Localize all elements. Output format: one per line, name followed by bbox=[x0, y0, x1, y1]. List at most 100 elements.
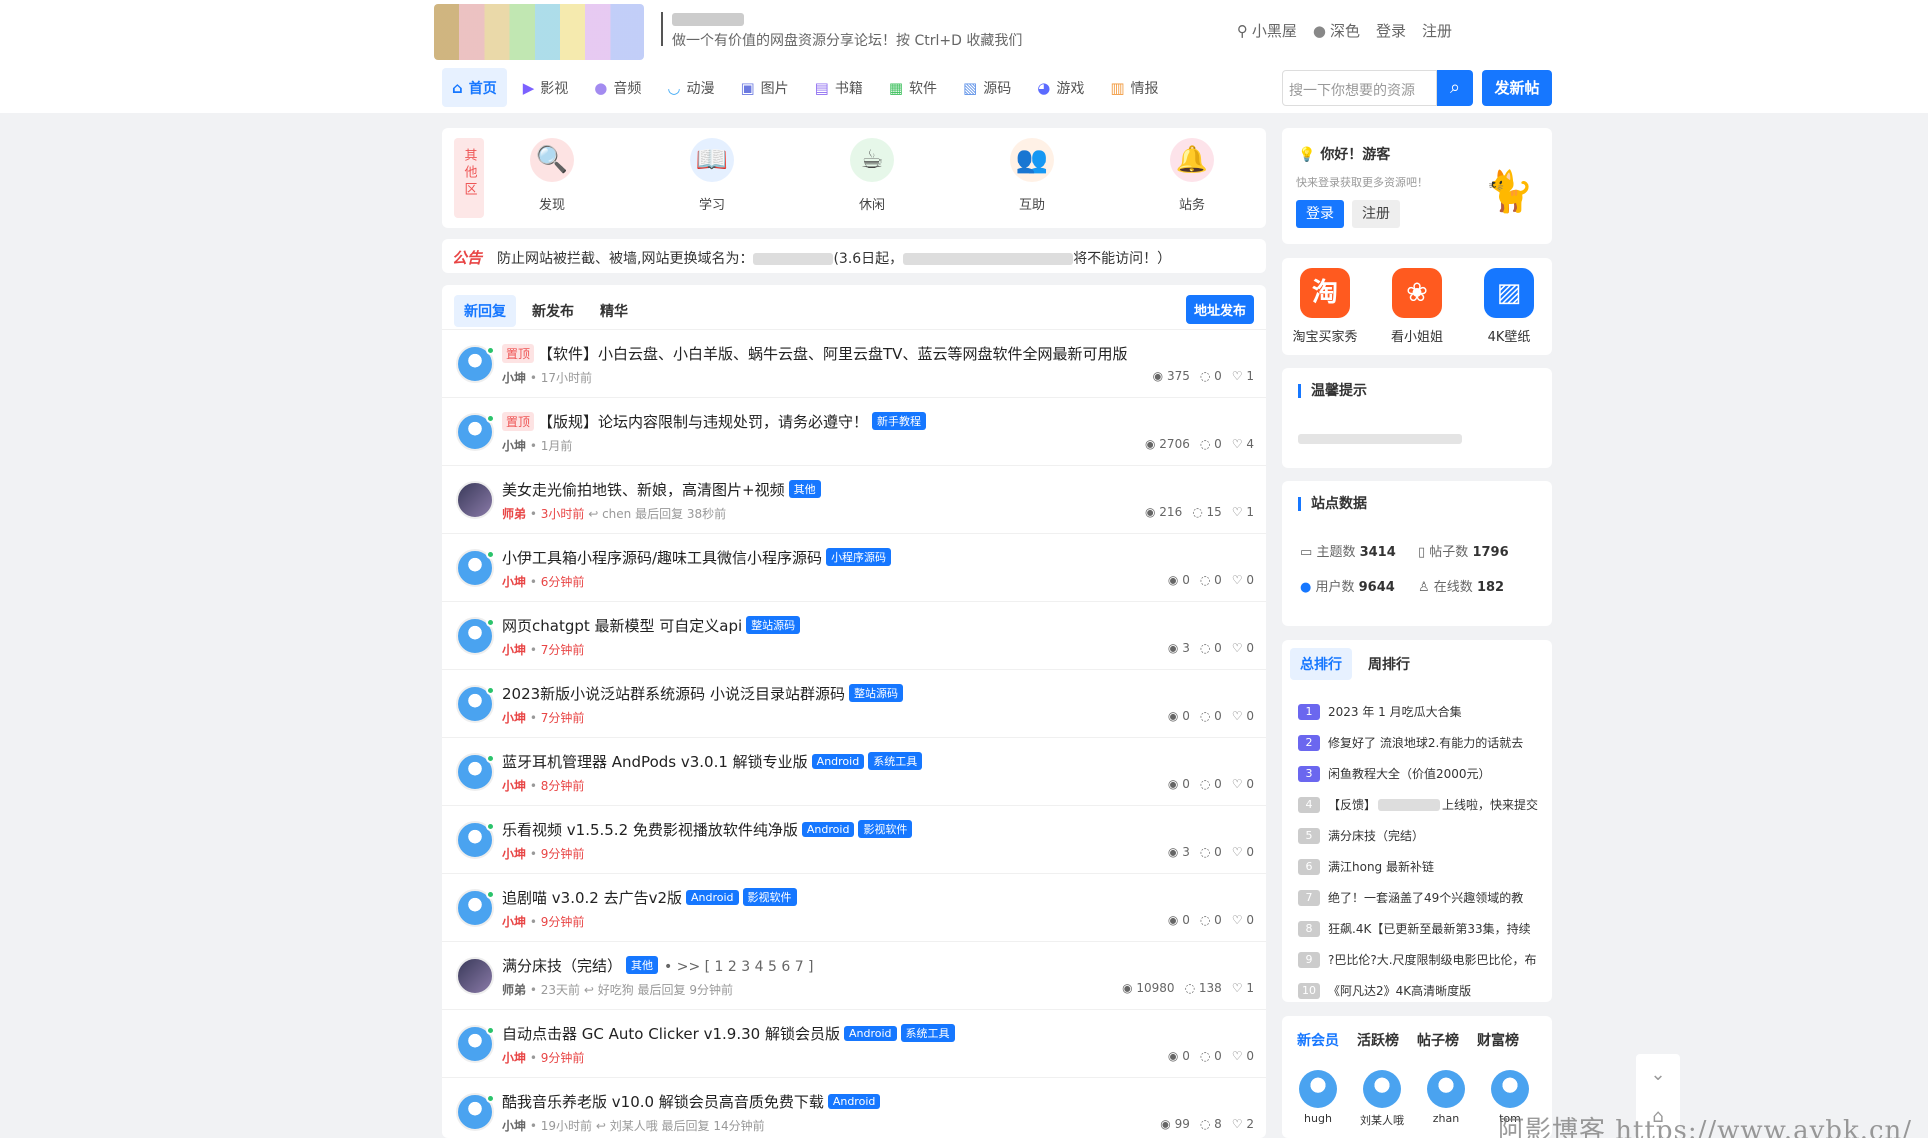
author-name[interactable]: 小坤 bbox=[502, 1051, 526, 1065]
category-tag[interactable]: 小程序源码 bbox=[826, 548, 892, 566]
nav-item-4[interactable]: ▣ 图片 bbox=[730, 68, 798, 107]
search-button[interactable]: ⌕ bbox=[1437, 70, 1473, 106]
last-reply-user[interactable]: 好吃狗 bbox=[598, 983, 634, 997]
avatar[interactable] bbox=[456, 481, 494, 519]
dark-mode-toggle[interactable]: ● 深色 bbox=[1313, 20, 1360, 41]
thread-title[interactable]: 酷我音乐养老版 v10.0 解锁会员高音质免费下载 Android bbox=[502, 1091, 881, 1112]
rank-item[interactable]: 6 满江hong 最新补链 bbox=[1298, 851, 1544, 882]
app-shortcut-2[interactable]: ▨ 4K壁纸 bbox=[1474, 268, 1544, 345]
category-tag[interactable]: Android bbox=[843, 1026, 897, 1041]
table-row[interactable]: 网页chatgpt 最新模型 可自定义api 整站源码 小坤 • 7分钟前 ◉ 3 ◌ … bbox=[442, 601, 1266, 669]
rank-item[interactable]: 9 ?巴比伦?大.尺度限制级电影巴比伦，布 bbox=[1298, 944, 1544, 975]
category-tag[interactable]: 系统工具 bbox=[900, 1024, 955, 1042]
category-tag[interactable]: Android bbox=[801, 822, 855, 837]
sidebar-login-button[interactable]: 登录 bbox=[1296, 200, 1344, 228]
category-tag[interactable]: 新手教程 bbox=[872, 412, 927, 430]
table-row[interactable]: 置顶 【软件】小白云盘、小白羊版、蜗牛云盘、阿里云盘TV、蓝云等网盘软件全网最新可… bbox=[442, 329, 1266, 397]
thread-title[interactable]: 追剧喵 v3.0.2 去广告v2版 Android 影视软件 bbox=[502, 887, 797, 908]
category-item[interactable]: 📖 学习 bbox=[662, 138, 762, 213]
tab-digest[interactable]: 精华 bbox=[590, 295, 638, 327]
thread-title[interactable]: 置顶 【版规】论坛内容限制与违规处罚，请务必遵守！ 新手教程 bbox=[502, 411, 927, 432]
nav-item-0[interactable]: ⌂ 首页 bbox=[442, 68, 507, 107]
author-name[interactable]: 小坤 bbox=[502, 439, 526, 453]
rank-item[interactable]: 4 【反馈】 上线啦，快来提交 bbox=[1298, 789, 1544, 820]
avatar[interactable] bbox=[456, 957, 494, 995]
tab-active[interactable]: 活跃榜 bbox=[1350, 1024, 1406, 1056]
nav-item-7[interactable]: ▧ 源码 bbox=[953, 68, 1021, 107]
app-shortcut-0[interactable]: 淘淘宝买家秀 bbox=[1290, 268, 1360, 345]
thread-title[interactable]: 满分床技（完结） 其他 • >> [ 1 2 3 4 5 6 7 ] bbox=[502, 955, 814, 976]
category-tag[interactable]: Android bbox=[686, 890, 739, 905]
author-name[interactable]: 小坤 bbox=[502, 847, 526, 861]
table-row[interactable]: 2023新版小说泛站群系统源码 小说泛目录站群源码 整站源码 小坤 • 7分钟前 ◉ … bbox=[442, 669, 1266, 737]
table-row[interactable]: 美女走光偷拍地铁、新娘，高清图片+视频 其他 师弟 • 3小时前 ↩ chen 最后… bbox=[442, 465, 1266, 533]
category-item[interactable]: 👥 互助 bbox=[982, 138, 1082, 213]
rank-item[interactable]: 3 闲鱼教程大全（价值2000元） bbox=[1298, 758, 1544, 789]
last-reply-user[interactable]: 刘某人哦 bbox=[610, 1119, 658, 1133]
category-item[interactable]: 🔍 发现 bbox=[502, 138, 602, 213]
nav-item-3[interactable]: ◡ 动漫 bbox=[657, 68, 724, 107]
table-row[interactable]: 酷我音乐养老版 v10.0 解锁会员高音质免费下载 Android 小坤 • 19小… bbox=[442, 1077, 1266, 1138]
author-name[interactable]: 小坤 bbox=[502, 575, 526, 589]
tab-new-members[interactable]: 新会员 bbox=[1290, 1024, 1346, 1056]
nav-item-5[interactable]: ▤ 书籍 bbox=[805, 68, 873, 107]
table-row[interactable]: 自动点击器 GC Auto Clicker v1.9.30 解锁会员版 Andro… bbox=[442, 1009, 1266, 1077]
collapse-button[interactable]: ⌄ bbox=[1636, 1054, 1680, 1096]
login-link[interactable]: 登录 bbox=[1376, 20, 1406, 41]
rank-item[interactable]: 5 满分床技（完结） bbox=[1298, 820, 1544, 851]
nav-item-1[interactable]: ▶ 影视 bbox=[513, 68, 579, 107]
author-name[interactable]: 师弟 bbox=[502, 983, 526, 997]
nav-item-9[interactable]: ▥ 情报 bbox=[1100, 68, 1168, 107]
category-tag[interactable]: 其他 bbox=[788, 480, 821, 498]
member-item[interactable]: hugh bbox=[1294, 1070, 1342, 1128]
rank-item[interactable]: 8 狂飙.4K【已更新至最新第33集，持续 bbox=[1298, 913, 1544, 944]
thread-title[interactable]: 小伊工具箱小程序源码/趣味工具微信小程序源码 小程序源码 bbox=[502, 547, 892, 568]
category-item[interactable]: 🔔 站务 bbox=[1142, 138, 1242, 213]
thread-title[interactable]: 自动点击器 GC Auto Clicker v1.9.30 解锁会员版 Andro… bbox=[502, 1023, 955, 1044]
author-name[interactable]: 小坤 bbox=[502, 1119, 526, 1133]
tab-new-reply[interactable]: 新回复 bbox=[454, 295, 516, 327]
category-tag[interactable]: 系统工具 bbox=[868, 752, 923, 770]
table-row[interactable]: 蓝牙耳机管理器 AndPods v3.0.1 解锁专业版 Android 系统工具小… bbox=[442, 737, 1266, 805]
category-tag[interactable]: Android bbox=[811, 754, 865, 769]
tab-total-rank[interactable]: 总排行 bbox=[1290, 648, 1352, 680]
category-tag[interactable]: 整站源码 bbox=[746, 616, 801, 634]
tab-new-post[interactable]: 新发布 bbox=[522, 295, 584, 327]
blacklist-link[interactable]: ⚲ 小黑屋 bbox=[1237, 20, 1297, 41]
category-tag[interactable]: 影视软件 bbox=[858, 820, 913, 838]
sidebar-register-button[interactable]: 注册 bbox=[1352, 200, 1400, 228]
author-name[interactable]: 小坤 bbox=[502, 371, 526, 385]
category-tag[interactable]: Android bbox=[827, 1094, 881, 1109]
nav-item-2[interactable]: ● 音频 bbox=[584, 68, 651, 107]
member-item[interactable]: zhan bbox=[1422, 1070, 1470, 1128]
app-shortcut-1[interactable]: ❀ 看小姐姐 bbox=[1382, 268, 1452, 345]
category-item[interactable]: ☕ 休闲 bbox=[822, 138, 922, 213]
thread-title[interactable]: 网页chatgpt 最新模型 可自定义api 整站源码 bbox=[502, 615, 801, 636]
site-logo[interactable] bbox=[434, 4, 644, 60]
nav-item-8[interactable]: ◕ 游戏 bbox=[1027, 68, 1094, 107]
category-tag[interactable]: 影视软件 bbox=[742, 888, 797, 906]
rank-item[interactable]: 2 修复好了 流浪地球2.有能力的话就去 bbox=[1298, 727, 1544, 758]
thread-title[interactable]: 2023新版小说泛站群系统源码 小说泛目录站群源码 整站源码 bbox=[502, 683, 903, 704]
author-name[interactable]: 师弟 bbox=[502, 507, 526, 521]
table-row[interactable]: 小伊工具箱小程序源码/趣味工具微信小程序源码 小程序源码 小坤 • 6分钟前 ◉ 0 ◌… bbox=[442, 533, 1266, 601]
category-tag[interactable]: 其他 bbox=[626, 956, 659, 974]
author-name[interactable]: 小坤 bbox=[502, 915, 526, 929]
author-name[interactable]: 小坤 bbox=[502, 711, 526, 725]
table-row[interactable]: 置顶 【版规】论坛内容限制与违规处罚，请务必遵守！ 新手教程 小坤 • 1月前 ◉ 27… bbox=[442, 397, 1266, 465]
table-row[interactable]: 乐看视频 v1.5.5.2 免费影视播放软件纯净版 Android 影视软件 小坤 •… bbox=[442, 805, 1266, 873]
tab-weekly-rank[interactable]: 周排行 bbox=[1358, 648, 1420, 680]
table-row[interactable]: 追剧喵 v3.0.2 去广告v2版 Android 影视软件 小坤 • 9分钟前 ◉ 0… bbox=[442, 873, 1266, 941]
tab-posts-rank[interactable]: 帖子榜 bbox=[1410, 1024, 1466, 1056]
thread-title[interactable]: 置顶 【软件】小白云盘、小白羊版、蜗牛云盘、阿里云盘TV、蓝云等网盘软件全网最新可… bbox=[502, 343, 1127, 364]
author-name[interactable]: 小坤 bbox=[502, 779, 526, 793]
thread-title[interactable]: 蓝牙耳机管理器 AndPods v3.0.1 解锁专业版 Android 系统工具 bbox=[502, 751, 923, 772]
new-post-button[interactable]: 发新帖 bbox=[1482, 70, 1552, 106]
page-links[interactable]: • >> [ 1 2 3 4 5 6 7 ] bbox=[664, 959, 814, 975]
table-row[interactable]: 满分床技（完结） 其他 • >> [ 1 2 3 4 5 6 7 ] 师弟 • 23天… bbox=[442, 941, 1266, 1009]
member-item[interactable]: 刘某人哦 bbox=[1358, 1070, 1406, 1128]
author-name[interactable]: 小坤 bbox=[502, 643, 526, 657]
search-input[interactable]: 搜一下你想要的资源 bbox=[1282, 70, 1437, 106]
rank-item[interactable]: 1 2023 年 1 月吃瓜大合集 bbox=[1298, 696, 1544, 727]
category-tag[interactable]: 整站源码 bbox=[848, 684, 903, 702]
